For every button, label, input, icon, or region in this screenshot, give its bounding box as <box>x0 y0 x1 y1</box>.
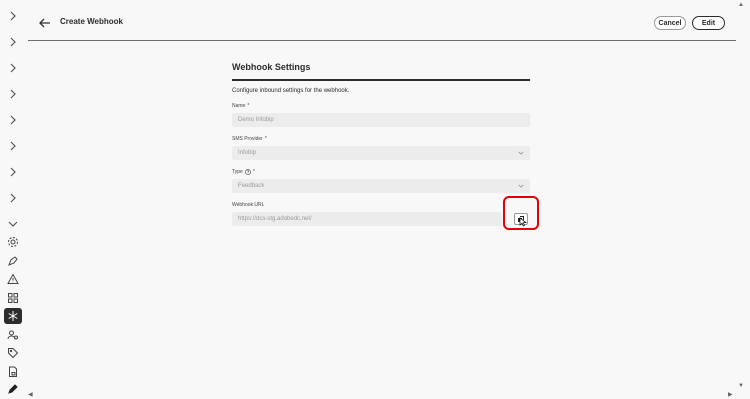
chevron-right-icon[interactable] <box>4 190 22 206</box>
page-title: Create Webhook <box>60 17 123 26</box>
snowflake-icon[interactable] <box>4 308 22 324</box>
help-icon[interactable] <box>244 169 251 175</box>
scroll-down-icon[interactable]: ▼ <box>738 383 744 389</box>
chevron-right-icon[interactable] <box>4 138 22 154</box>
required-mark: * <box>247 103 250 109</box>
chevron-right-icon[interactable] <box>4 86 22 102</box>
left-rail <box>0 0 26 399</box>
name-field[interactable]: Demo Infobip <box>232 113 530 127</box>
chevron-down-icon <box>518 184 524 188</box>
edit-button[interactable]: Edit <box>692 16 725 30</box>
page-header: Create Webhook Cancel Edit <box>28 0 736 41</box>
provider-value: Infobip <box>238 150 257 156</box>
type-select[interactable]: Feedback <box>232 179 530 193</box>
url-label-text: Webhook URL <box>232 202 265 208</box>
webhook-settings-form: Webhook Settings Configure inbound setti… <box>232 60 539 230</box>
name-label: Name * <box>232 103 530 109</box>
vertical-scrollbar[interactable]: ▲ ▼ <box>738 0 746 399</box>
cancel-button[interactable]: Cancel <box>654 16 686 30</box>
gear-icon[interactable] <box>4 234 22 250</box>
chevron-right-icon[interactable] <box>4 60 22 76</box>
name-label-text: Name <box>232 103 246 109</box>
webhook-url-field[interactable]: https://dcs-stg.adobedc.net/ <box>232 212 502 226</box>
url-label: Webhook URL <box>232 202 530 208</box>
scroll-left-icon[interactable]: ◀ <box>28 391 33 398</box>
sms-provider-select[interactable]: Infobip <box>232 146 530 160</box>
chevron-right-icon[interactable] <box>4 34 22 50</box>
webhook-url-value: https://dcs-stg.adobedc.net/ <box>238 216 312 222</box>
section-divider <box>232 79 530 81</box>
type-label-text: Type <box>232 169 243 175</box>
name-value: Demo Infobip <box>238 117 274 123</box>
users-icon[interactable] <box>4 327 22 343</box>
section-description: Configure inbound settings for the webho… <box>232 88 350 94</box>
provider-label: SMS Provider * <box>232 136 530 142</box>
back-arrow-icon[interactable] <box>38 16 52 30</box>
chevron-right-icon[interactable] <box>4 164 22 180</box>
required-mark: * <box>264 136 267 142</box>
tag-icon[interactable] <box>4 345 22 361</box>
scroll-right-icon[interactable]: ▶ <box>728 391 733 398</box>
pencil-icon[interactable] <box>4 381 22 397</box>
chevron-down-icon <box>518 151 524 155</box>
mouse-cursor-icon <box>519 217 527 227</box>
grid-icon[interactable] <box>4 290 22 306</box>
required-mark: * <box>252 169 255 175</box>
webhook-url-row: https://dcs-stg.adobedc.net/ <box>232 196 539 230</box>
type-label: Type * <box>232 169 530 175</box>
section-title: Webhook Settings <box>232 62 311 72</box>
alert-triangle-icon[interactable] <box>4 271 22 287</box>
provider-label-text: SMS Provider <box>232 136 263 142</box>
type-value: Feedback <box>238 183 265 189</box>
horizontal-scrollbar[interactable]: ◀ ▶ <box>26 391 736 399</box>
pen-icon[interactable] <box>4 253 22 269</box>
chevron-right-icon[interactable] <box>4 112 22 128</box>
doc-lock-icon[interactable] <box>4 364 22 380</box>
chevron-right-icon[interactable] <box>4 8 22 24</box>
scroll-up-icon[interactable]: ▲ <box>738 2 744 8</box>
chevron-down-icon[interactable] <box>4 216 22 232</box>
